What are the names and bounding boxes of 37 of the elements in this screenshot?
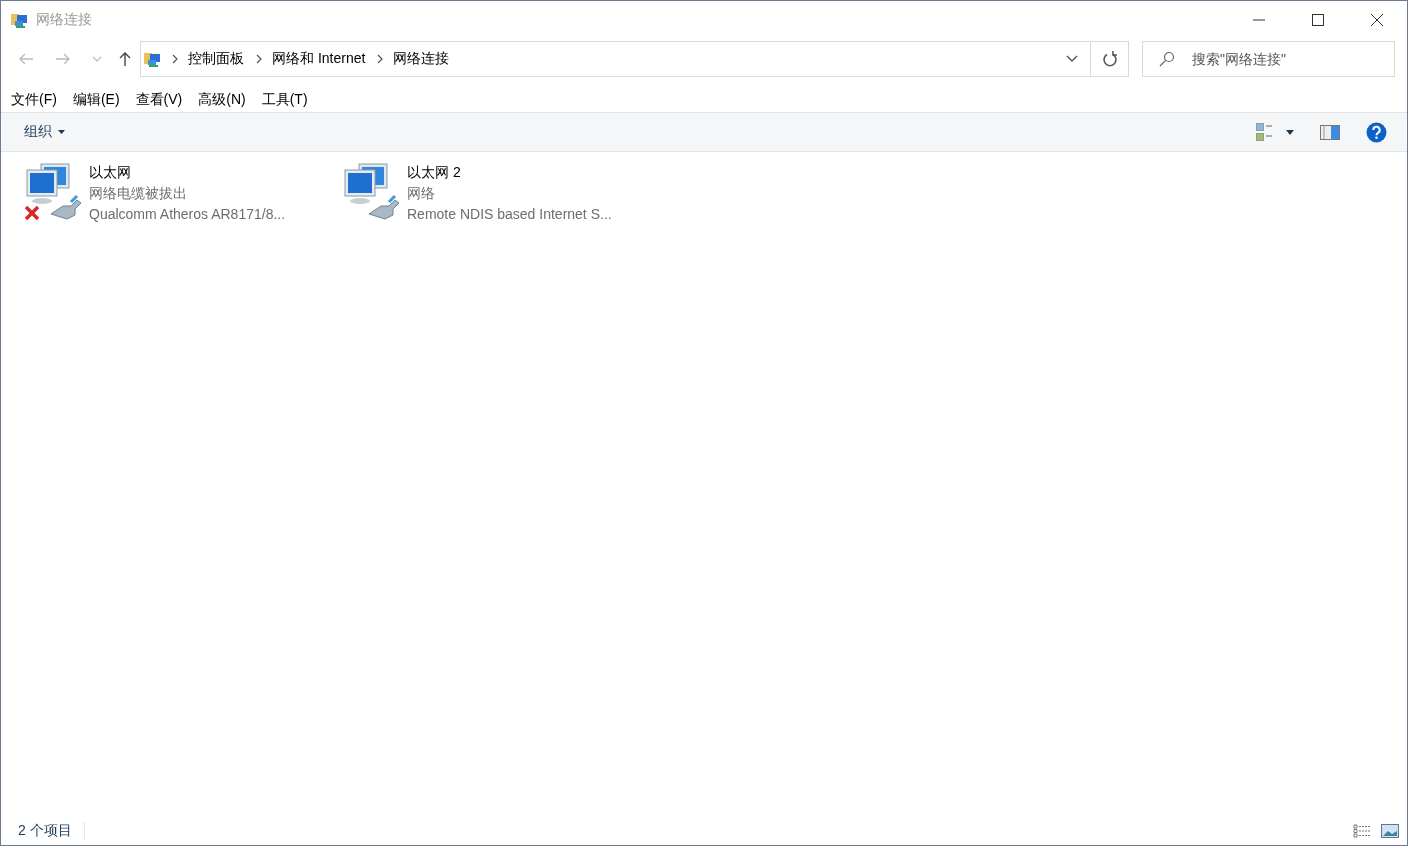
breadcrumb-item[interactable]: 网络连接 [393, 50, 450, 68]
up-arrow-icon[interactable] [118, 51, 132, 67]
window-title: 网络连接 [36, 11, 92, 29]
menu-item[interactable]: 高级(N) [198, 90, 246, 109]
help-icon[interactable] [1366, 121, 1387, 143]
menu-item[interactable]: 查看(V) [135, 90, 183, 109]
item-count: 2 个项目 [18, 822, 85, 840]
close-icon[interactable] [1371, 14, 1383, 26]
breadcrumb-item[interactable]: 控制面板 [188, 50, 244, 68]
maximize-icon[interactable] [1312, 14, 1324, 26]
refresh-button[interactable] [1091, 41, 1129, 77]
menu-item[interactable]: 文件(F) [11, 90, 57, 109]
connection-name[interactable]: 以太网 2 [407, 162, 612, 183]
adapter-name: Qualcomm Atheros AR8171/8... [89, 205, 286, 224]
connection-name[interactable]: 以太网 [89, 162, 286, 183]
view-options-icon[interactable] [1256, 123, 1274, 141]
organize-button[interactable]: 组织 [18, 120, 71, 144]
preview-pane-icon[interactable] [1320, 124, 1340, 140]
address-bar[interactable]: 控制面板 网络和 Internet 网络连接 [140, 41, 1091, 77]
chevron-right-icon [377, 54, 384, 64]
large-icons-view-icon[interactable] [1381, 824, 1399, 838]
chevron-right-icon [256, 54, 262, 64]
menu-item[interactable]: 工具(T) [261, 90, 308, 109]
chevron-right-icon [172, 54, 178, 64]
connection-status: 网络电缆被拔出 [89, 184, 188, 203]
caret-icon[interactable] [1286, 129, 1294, 135]
network-folder-icon [144, 51, 162, 67]
search-field[interactable]: 搜索"网络连接" [1142, 41, 1395, 77]
network-folder-icon [11, 12, 29, 28]
details-view-icon[interactable] [1353, 824, 1371, 838]
breadcrumb-item[interactable]: 网络和 Internet [272, 50, 366, 68]
menu-item[interactable]: 编辑(E) [72, 90, 120, 109]
adapter-name: Remote NDIS based Internet S... [407, 205, 612, 224]
chevron-down-icon[interactable] [1066, 55, 1078, 63]
refresh-icon [1101, 51, 1118, 67]
caret-icon [58, 130, 65, 134]
connection-status: 网络 [407, 184, 436, 203]
